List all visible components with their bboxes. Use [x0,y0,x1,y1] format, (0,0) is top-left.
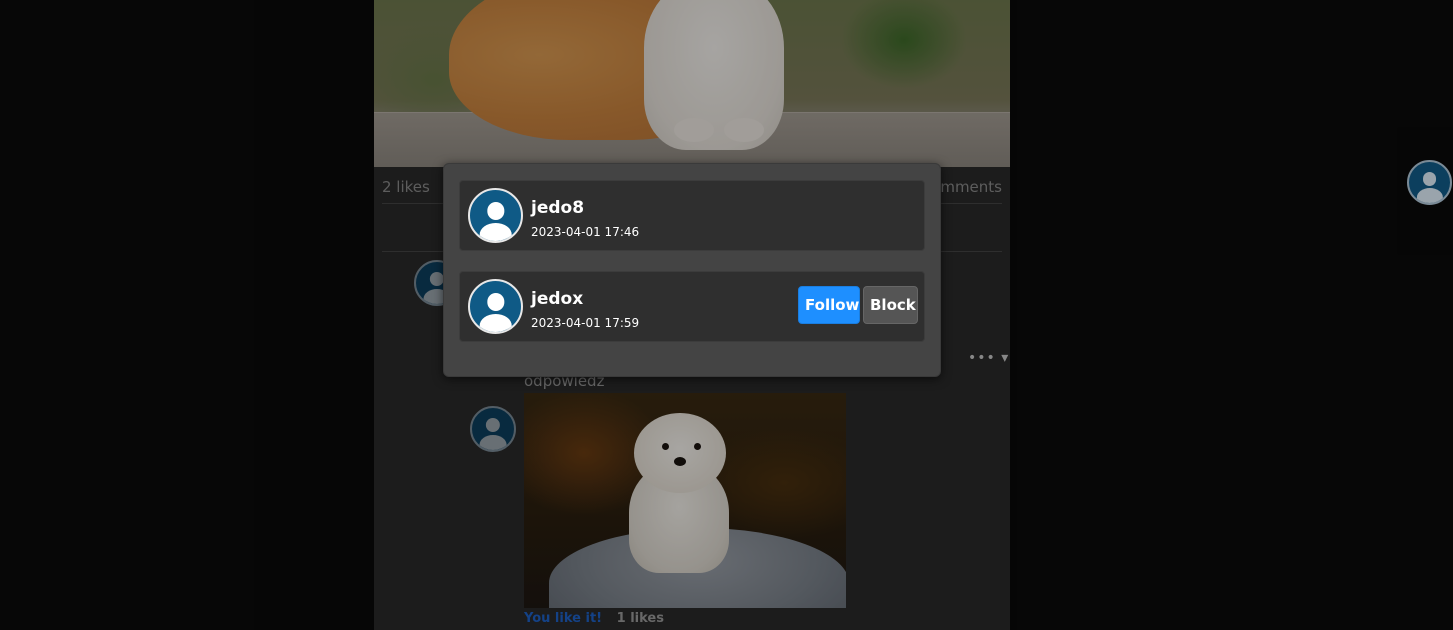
avatar-head [486,293,505,311]
avatar-head [429,272,445,287]
likes-modal: jedo8 2023-04-01 17:46 jedox 2023-04-01 … [443,163,941,377]
reply-meta: You like it! 1 likes [524,611,664,626]
avatar-head [1422,171,1437,186]
user-avatar-icon[interactable] [468,279,523,334]
user-avatar-icon[interactable] [468,188,523,243]
image-dog-paw [724,118,764,142]
image-dog-paw [674,118,714,142]
user-name[interactable]: jedox [531,289,583,309]
user-date: 2023-04-01 17:46 [531,225,640,239]
reply-likes-count[interactable]: 1 likes [617,611,664,626]
user-date: 2023-04-01 17:59 [531,316,640,330]
post-comments-count[interactable]: omments [931,178,1002,196]
side-user-avatar[interactable] [1407,160,1452,205]
avatar-shoulders [479,434,507,450]
follow-button[interactable]: Follow [798,286,860,324]
user-card: jedox 2023-04-01 17:59 Follow Block [459,271,925,342]
more-options-icon[interactable]: ••• ▾ [968,350,1009,366]
image-puppy-eye [694,443,701,450]
post-image[interactable] [374,0,1010,167]
image-puppy-nose [674,457,686,466]
block-button[interactable]: Block [863,286,918,324]
image-puppy-eye [662,443,669,450]
post-likes-count[interactable]: 2 likes [382,178,430,196]
user-card: jedo8 2023-04-01 17:46 [459,180,925,251]
page: 2 likes omments ••• ▾ odpowiedz You like… [0,0,1453,630]
avatar-shoulders [479,313,512,332]
avatar-shoulders [1416,188,1443,203]
user-name[interactable]: jedo8 [531,198,584,218]
reply-avatar[interactable] [470,406,516,452]
avatar-head [486,202,505,220]
avatar-shoulders [479,222,512,241]
reply-image[interactable] [524,393,846,608]
avatar-head [485,418,501,433]
you-like-it-link[interactable]: You like it! [524,611,602,626]
image-puppy-head [634,413,726,493]
